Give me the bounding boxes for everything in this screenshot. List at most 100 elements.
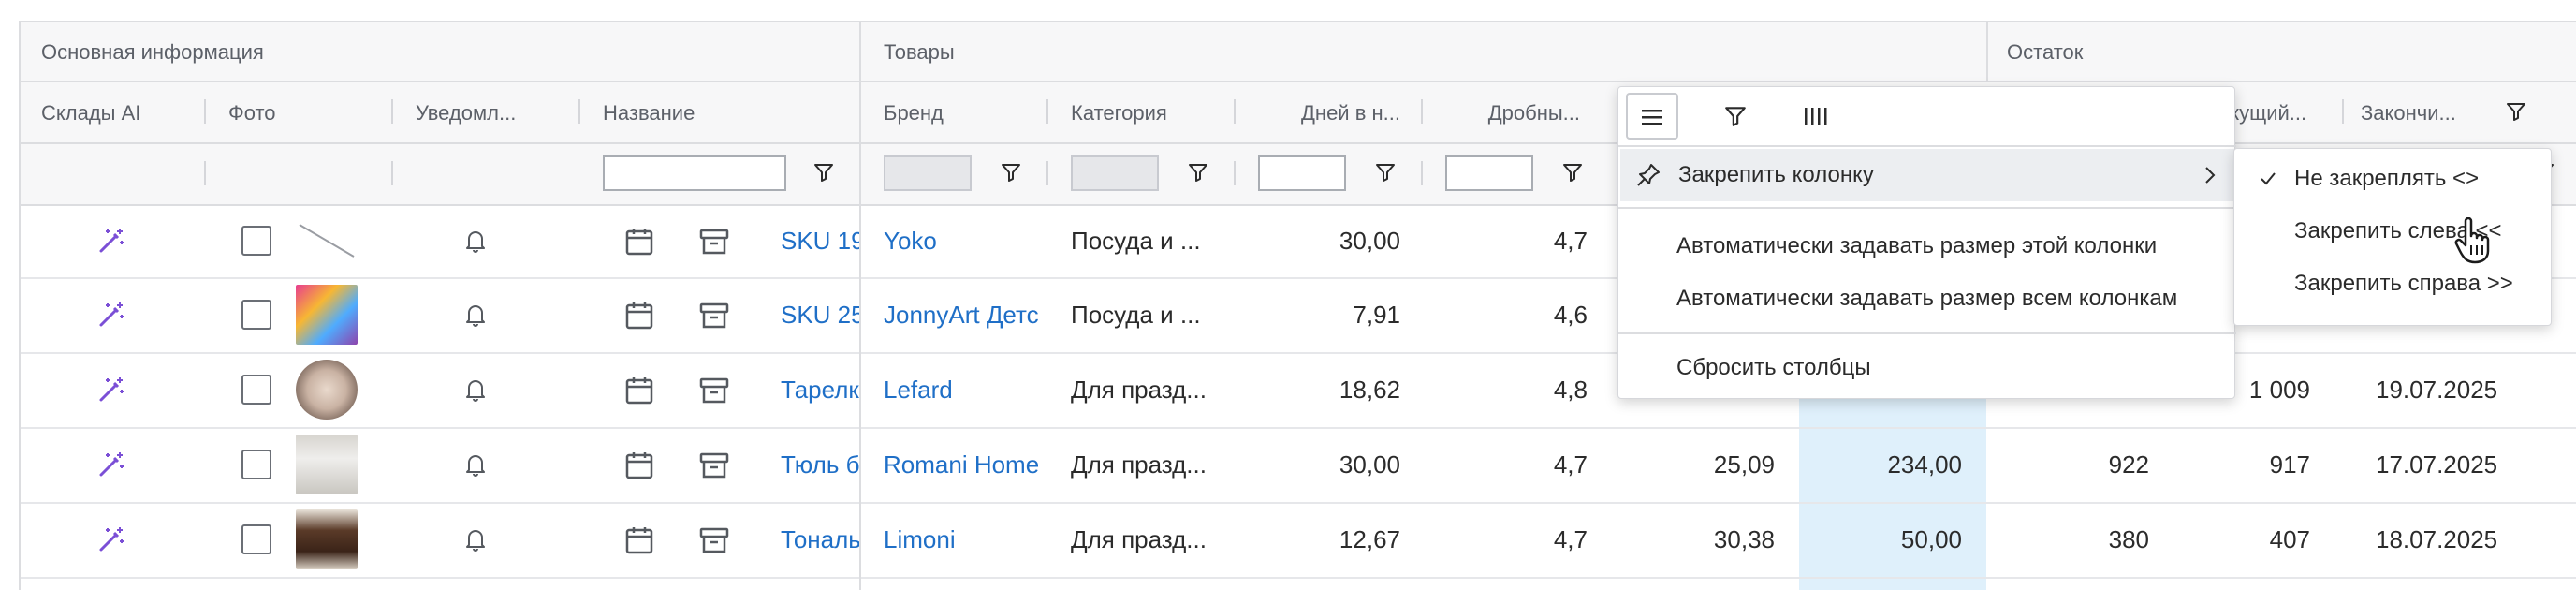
filter-icon[interactable] (1187, 161, 1209, 184)
row-name-link[interactable]: SKU 19 (781, 227, 859, 255)
row-brand-link[interactable]: Romani Home (884, 450, 1048, 479)
column-header-foto[interactable]: Фото (228, 101, 369, 125)
column-separator[interactable] (578, 99, 580, 124)
row-name-link[interactable]: Тональ (781, 525, 859, 553)
bell-icon[interactable] (461, 226, 490, 256)
row-brand-link[interactable]: Limoni (884, 525, 1048, 553)
product-photo[interactable] (296, 285, 358, 345)
calendar-icon[interactable] (623, 300, 655, 332)
group-header-goods: Товары (884, 40, 955, 64)
row-line (19, 502, 2576, 504)
menu-item-pin-column[interactable]: Закрепить колонку (1620, 149, 2234, 201)
row-checkbox[interactable] (242, 524, 271, 554)
menu-item-autosize-this[interactable]: Автоматически задавать размер этой колон… (1676, 233, 2157, 259)
column-separator (1421, 161, 1423, 185)
pin-submenu: Не закреплять <> Закрепить слева << Закр… (2233, 148, 2552, 326)
column-header-tekushchiy[interactable]: екущий... (2218, 101, 2331, 125)
archive-icon[interactable] (698, 450, 730, 481)
filter-icon[interactable] (2505, 100, 2527, 123)
menu-item-autosize-all[interactable]: Автоматически задавать размер всем колон… (1676, 286, 2177, 312)
row-days: 12,67 (1339, 525, 1400, 553)
brend-filter-input[interactable] (884, 155, 972, 191)
row-stock: 380 (2108, 525, 2149, 553)
chevron-right-icon (2205, 167, 2216, 184)
row-name-link[interactable]: Тюль б (781, 450, 859, 479)
bell-icon[interactable] (461, 524, 490, 554)
column-header-uvedoml[interactable]: Уведомл... (416, 101, 575, 125)
row-brand-link[interactable]: JonnyArt Детс (884, 301, 1048, 329)
group-divider (859, 21, 861, 590)
menu-item-reset-columns[interactable]: Сбросить столбцы (1676, 355, 1871, 381)
column-header-kategoriya[interactable]: Категория (1071, 101, 1230, 125)
calendar-icon[interactable] (623, 226, 655, 258)
row-name-link[interactable]: SKU 25 (781, 301, 859, 329)
archive-icon[interactable] (698, 300, 730, 332)
column-separator[interactable] (1234, 99, 1236, 124)
bell-icon[interactable] (461, 300, 490, 330)
product-photo[interactable] (296, 509, 358, 569)
magic-wand-icon[interactable] (96, 300, 126, 330)
row-checkbox[interactable] (242, 450, 271, 479)
columns-menu-tab[interactable] (1802, 104, 1828, 133)
calendar-icon[interactable] (623, 450, 655, 481)
bell-icon[interactable] (461, 375, 490, 405)
filter-icon[interactable] (1374, 161, 1397, 184)
row-end-date: 19.07.2025 (2376, 376, 2498, 404)
column-separator[interactable] (1421, 99, 1423, 124)
filter-icon[interactable] (812, 161, 835, 184)
column-separator[interactable] (1046, 99, 1048, 124)
kategoriya-filter-input[interactable] (1071, 155, 1159, 191)
archive-icon[interactable] (698, 524, 730, 556)
grid-line (19, 81, 2576, 82)
calendar-icon[interactable] (623, 375, 655, 406)
filter-icon[interactable] (1561, 161, 1584, 184)
menu-divider (1618, 332, 2236, 334)
calendar-icon[interactable] (623, 524, 655, 556)
row-current-stock: 917 (2269, 450, 2310, 479)
nazvanie-filter-input[interactable] (603, 155, 786, 191)
product-photo[interactable] (296, 360, 358, 420)
row-checkbox[interactable] (242, 300, 271, 330)
grid-border-left (19, 21, 21, 590)
column-header-nazvanie[interactable]: Название (603, 101, 837, 125)
row-brand-link[interactable]: Yoko (884, 227, 1048, 255)
magic-wand-icon[interactable] (96, 524, 126, 554)
filter-menu-tab[interactable] (1723, 104, 1748, 133)
column-header-drobny[interactable]: Дробны... (1432, 101, 1580, 125)
row-checkbox[interactable] (242, 375, 271, 405)
submenu-item-pin-right[interactable]: Закрепить справа >> (2294, 271, 2513, 297)
row-line (19, 577, 2576, 579)
dney-filter-input[interactable] (1258, 155, 1346, 191)
check-icon (2261, 172, 2276, 185)
row-value: 25,09 (1713, 450, 1775, 479)
bell-icon[interactable] (461, 450, 490, 479)
archive-icon[interactable] (698, 375, 730, 406)
column-header-zakonchi[interactable]: Закончи... (2361, 101, 2492, 125)
row-fraction: 4,8 (1553, 376, 1588, 404)
row-checkbox[interactable] (242, 226, 271, 256)
submenu-item-no-pin[interactable]: Не закреплять <> (2294, 166, 2479, 192)
row-current-stock: 407 (2269, 525, 2310, 553)
column-separator[interactable] (2342, 99, 2344, 124)
row-brand-link[interactable]: Lefard (884, 376, 1048, 404)
general-menu-tab[interactable] (1626, 93, 1678, 140)
column-header-dney[interactable]: Дней в н... (1245, 101, 1400, 125)
filter-icon[interactable] (1000, 161, 1022, 184)
product-photo[interactable] (296, 435, 358, 494)
data-grid: Основная информация Товары Остаток Склад… (0, 0, 2576, 590)
magic-wand-icon[interactable] (96, 450, 126, 479)
magic-wand-icon[interactable] (96, 226, 126, 256)
row-days: 7,91 (1353, 301, 1400, 329)
magic-wand-icon[interactable] (96, 375, 126, 405)
archive-icon[interactable] (698, 226, 730, 258)
column-header-sklady[interactable]: Склады AI (41, 101, 191, 125)
column-separator[interactable] (204, 99, 206, 124)
column-separator[interactable] (391, 99, 393, 124)
column-header-brend[interactable]: Бренд (884, 101, 1024, 125)
row-name-link[interactable]: Тарелк (781, 376, 859, 404)
columns-icon (1805, 108, 1827, 125)
drobny-filter-input[interactable] (1445, 155, 1533, 191)
group-header-stock: Остаток (2007, 40, 2084, 64)
row-category: Посуда и ... (1071, 301, 1201, 329)
product-photo[interactable] (296, 221, 358, 260)
